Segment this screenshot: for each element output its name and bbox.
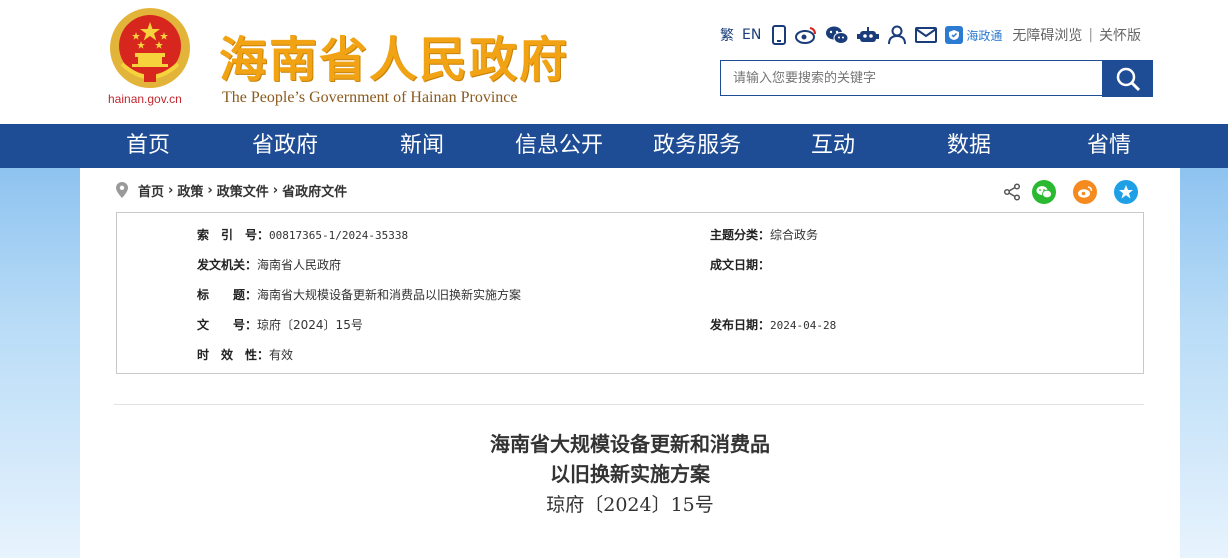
nav-item-interaction[interactable]: 互动 [800,124,866,168]
breadcrumb-item-home[interactable]: 首页 [138,181,164,200]
info-index-label: 索 引 号： [197,228,270,242]
nav-item-data[interactable]: 数据 [936,124,1002,168]
document-number: 琼府〔2024〕15号 [546,494,714,516]
info-issuer-label: 发文机关： [197,258,258,272]
mail-icon[interactable] [915,23,938,47]
site-title[interactable]: 海南省人民政府 [219,20,569,90]
info-title-value: 海南省大规模设备更新和消费品以旧换新实施方案 [257,288,522,302]
info-issuer-row: 发文机关：海南省人民政府 [197,256,341,273]
wechat-icon[interactable] [825,23,849,47]
nav-item-provincial-government[interactable]: 省政府 [240,124,330,168]
share-weibo-icon[interactable] [1073,180,1097,204]
info-theme-value: 综合政务 [770,228,819,242]
mobile-icon[interactable] [771,23,787,47]
info-index-row: 索 引 号：00817365-1/2024-35338 [197,226,408,243]
document-info-box: 索 引 号：00817365-1/2024-35338 主题分类：综合政务 发文… [116,212,1144,374]
robot-icon[interactable] [857,23,880,47]
breadcrumb-item-policy-documents[interactable]: 政策文件 [217,181,269,200]
share-wechat-icon[interactable] [1032,180,1056,204]
accessibility-link[interactable]: 无障碍浏览 [1012,25,1082,45]
info-validity-row: 时 效 性：有效 [197,346,293,363]
background-left [0,168,80,558]
background-right [1180,168,1228,558]
content-divider [114,404,1144,405]
site-header: hainan.gov.cn 海南省人民政府 The People’s Gover… [0,0,1228,124]
breadcrumb-item-policy[interactable]: 政策 [177,181,203,200]
info-publish-date-label: 发布日期： [710,318,771,332]
info-publish-date-row: 发布日期：2024-04-28 [710,316,836,333]
elderly-mode-link[interactable]: 关怀版 [1099,25,1141,45]
share-qzone-icon[interactable] [1114,180,1138,204]
search-button[interactable] [1102,60,1153,97]
info-publish-date-value: 2024-04-28 [770,319,837,332]
info-doc-no-row: 文 号：琼府〔2024〕15号 [197,316,363,333]
content-area: 首页 › 政策 › 政策文件 › 省政府文件 索 引 号：00817365-1/… [80,168,1180,558]
info-title-row: 标 题：海南省大规模设备更新和消费品以旧换新实施方案 [197,286,521,303]
search-box [720,60,1103,96]
nav-item-home[interactable]: 首页 [108,124,188,168]
weibo-icon[interactable] [795,23,817,47]
search-icon [1116,67,1140,91]
info-doc-no-value: 琼府〔2024〕15号 [257,318,363,332]
english-link[interactable]: EN [742,23,761,47]
info-title-label: 标 题： [197,288,258,302]
toolbar-separator: | [1088,27,1094,43]
breadcrumb-arrow: › [272,182,279,198]
document-title-line-1: 海南省大规模设备更新和消费品 [490,432,770,456]
traditional-chinese-link[interactable]: 繁 [720,23,734,47]
info-written-date-row: 成文日期： [710,256,770,273]
info-validity-label: 时 效 性： [197,348,270,362]
breadcrumb-item-provincial-documents[interactable]: 省政府文件 [282,181,347,200]
header-toolbar: 繁 EN 海政通 无障碍浏览 | 关怀版 [720,23,1141,47]
nav-item-information-disclosure[interactable]: 信息公开 [504,124,614,168]
breadcrumb: 首页 › 政策 › 政策文件 › 省政府文件 [116,181,347,200]
site-domain: hainan.gov.cn [108,92,182,106]
nav-item-news[interactable]: 新闻 [387,124,457,168]
info-index-value: 00817365-1/2024-35338 [269,229,409,242]
info-doc-no-label: 文 号： [197,318,258,332]
info-validity-value: 有效 [269,348,294,362]
national-emblem-icon[interactable] [108,6,192,90]
breadcrumb-arrow: › [207,182,213,198]
share-icon[interactable] [1000,180,1024,204]
haizhengtong-label: 海政通 [966,28,1003,43]
haizhengtong-link[interactable]: 海政通 [945,26,1002,44]
info-issuer-value: 海南省人民政府 [257,258,342,272]
site-subtitle: The People’s Government of Hainan Provin… [222,89,518,106]
breadcrumb-arrow: › [168,182,174,198]
info-theme-row: 主题分类：综合政务 [710,226,818,243]
location-pin-icon [116,182,128,198]
search-input[interactable] [721,61,1102,95]
info-written-date-label: 成文日期： [710,258,771,272]
info-theme-label: 主题分类： [710,228,771,242]
haizhengtong-icon [945,26,964,44]
user-icon[interactable] [887,23,907,47]
main-nav: 首页 省政府 新闻 信息公开 政务服务 互动 数据 省情 [0,124,1228,168]
nav-item-government-services[interactable]: 政务服务 [642,124,752,168]
nav-item-province-overview[interactable]: 省情 [1076,124,1142,168]
document-title-line-2: 以旧换新实施方案 [550,462,710,486]
